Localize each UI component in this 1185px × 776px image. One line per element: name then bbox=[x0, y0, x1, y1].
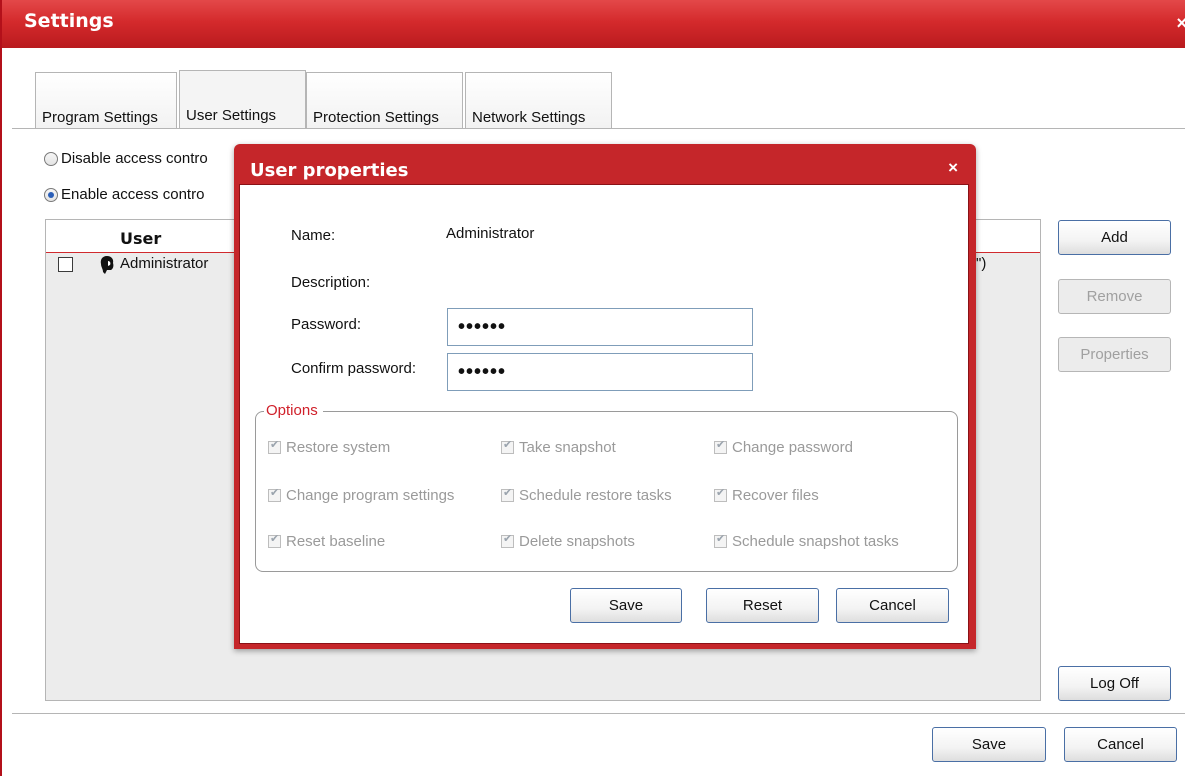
password-field[interactable]: •••••• bbox=[447, 308, 753, 346]
window-close-icon[interactable]: × bbox=[1176, 14, 1185, 32]
tab-user-settings[interactable]: User Settings bbox=[179, 70, 306, 130]
options-group: Options Restore system Take snapshot Cha… bbox=[255, 402, 958, 572]
radio-icon[interactable] bbox=[44, 151, 58, 166]
option-label: Take snapshot bbox=[519, 439, 616, 456]
option-label: Restore system bbox=[286, 439, 391, 456]
save-button[interactable]: Save bbox=[932, 727, 1046, 762]
properties-button[interactable]: Properties bbox=[1058, 337, 1171, 372]
tab-label: Network Settings bbox=[472, 109, 586, 126]
column-header-user[interactable]: User bbox=[120, 229, 161, 248]
confirm-password-field[interactable]: •••••• bbox=[447, 353, 753, 391]
password-label: Password: bbox=[291, 316, 362, 333]
option-label: Recover files bbox=[732, 487, 819, 504]
option-recover-files[interactable]: Recover files bbox=[714, 486, 819, 504]
dialog-cancel-button[interactable]: Cancel bbox=[836, 588, 949, 623]
disable-access-control-label: Disable access contro bbox=[61, 150, 208, 167]
option-reset-baseline[interactable]: Reset baseline bbox=[268, 532, 386, 550]
option-schedule-snapshot-tasks[interactable]: Schedule snapshot tasks bbox=[714, 532, 899, 550]
checkbox-checked-icon[interactable] bbox=[501, 486, 514, 502]
add-button[interactable]: Add bbox=[1058, 220, 1171, 255]
checkbox-checked-icon[interactable] bbox=[268, 486, 281, 502]
option-label: Schedule restore tasks bbox=[519, 487, 672, 504]
confirm-password-label: Confirm password: bbox=[291, 360, 417, 377]
checkbox-checked-icon[interactable] bbox=[714, 532, 727, 548]
checkbox-checked-icon[interactable] bbox=[714, 438, 727, 454]
user-icon bbox=[98, 255, 116, 275]
dialog-body: Name: Administrator Description: Passwor… bbox=[239, 184, 969, 644]
tab-label: Protection Settings bbox=[313, 109, 439, 126]
dialog-reset-button[interactable]: Reset bbox=[706, 588, 819, 623]
description-label: Description: bbox=[291, 274, 371, 291]
cancel-button[interactable]: Cancel bbox=[1064, 727, 1177, 762]
dialog-close-icon[interactable]: × bbox=[948, 158, 958, 178]
dialog-save-button[interactable]: Save bbox=[570, 588, 682, 623]
option-label: Change program settings bbox=[286, 487, 455, 504]
option-label: Reset baseline bbox=[286, 533, 386, 550]
option-label: Schedule snapshot tasks bbox=[732, 533, 899, 550]
enable-access-control-option[interactable]: Enable access contro bbox=[44, 186, 204, 203]
checkbox-checked-icon[interactable] bbox=[501, 532, 514, 548]
disable-access-control-option[interactable]: Disable access contro bbox=[44, 150, 208, 167]
option-change-password[interactable]: Change password bbox=[714, 438, 853, 456]
option-label: Change password bbox=[732, 439, 853, 456]
tab-program-settings[interactable]: Program Settings bbox=[35, 72, 177, 128]
tab-protection-settings[interactable]: Protection Settings bbox=[306, 72, 463, 128]
option-change-program-settings[interactable]: Change program settings bbox=[268, 486, 455, 504]
checkbox-checked-icon[interactable] bbox=[268, 532, 281, 548]
option-take-snapshot[interactable]: Take snapshot bbox=[501, 438, 616, 456]
option-delete-snapshots[interactable]: Delete snapshots bbox=[501, 532, 635, 550]
user-row-trailing-text: ") bbox=[976, 255, 987, 272]
log-off-button[interactable]: Log Off bbox=[1058, 666, 1171, 701]
option-label: Delete snapshots bbox=[519, 533, 635, 550]
option-schedule-restore-tasks[interactable]: Schedule restore tasks bbox=[501, 486, 672, 504]
tab-network-settings[interactable]: Network Settings bbox=[465, 72, 612, 128]
enable-access-control-label: Enable access contro bbox=[61, 186, 205, 203]
tab-label: User Settings bbox=[186, 107, 277, 124]
options-legend: Options bbox=[264, 402, 323, 419]
radio-selected-icon[interactable] bbox=[44, 187, 58, 202]
checkbox-checked-icon[interactable] bbox=[714, 486, 727, 502]
dialog-title: User properties bbox=[250, 160, 409, 181]
checkbox-checked-icon[interactable] bbox=[501, 438, 514, 454]
window-title: Settings bbox=[24, 10, 114, 32]
user-name: Administrator bbox=[120, 255, 209, 272]
name-label: Name: bbox=[291, 227, 336, 244]
checkbox-checked-icon[interactable] bbox=[268, 438, 281, 454]
remove-button[interactable]: Remove bbox=[1058, 279, 1171, 314]
user-properties-dialog: User properties × Name: Administrator De… bbox=[234, 144, 976, 649]
tab-label: Program Settings bbox=[42, 109, 158, 126]
option-restore-system[interactable]: Restore system bbox=[268, 438, 391, 456]
name-value: Administrator bbox=[446, 225, 535, 242]
settings-titlebar[interactable]: Settings × bbox=[2, 0, 1185, 48]
row-checkbox[interactable] bbox=[58, 257, 73, 272]
